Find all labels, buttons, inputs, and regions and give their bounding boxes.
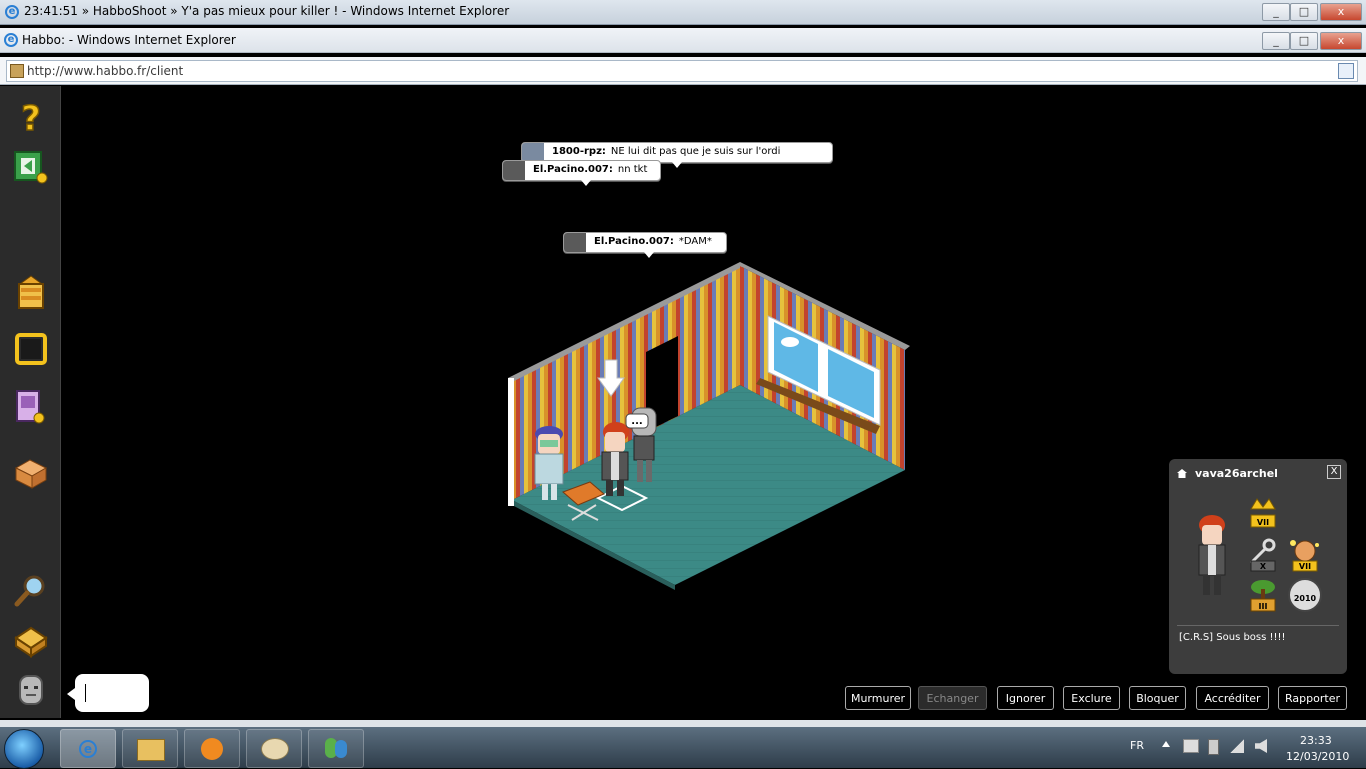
start-button[interactable]: [4, 729, 44, 769]
minimize-icon[interactable]: _: [1262, 32, 1290, 50]
user-info-header: vava26archel: [1177, 467, 1278, 480]
minimize-icon[interactable]: _: [1262, 3, 1290, 21]
chat-message: nn tkt: [617, 164, 648, 175]
volume-icon[interactable]: [1255, 739, 1267, 753]
habbo-club-icon[interactable]: [12, 388, 50, 426]
clock-date[interactable]: 12/03/2010: [1286, 750, 1349, 763]
user-info-panel: vava26archel X VII X VII III 2010 [C.R.S…: [1169, 459, 1347, 674]
text-caret: [85, 684, 86, 702]
svg-text:X: X: [1260, 562, 1267, 571]
clock-time[interactable]: 23:33: [1300, 734, 1332, 747]
crown-badge-icon: VII: [1250, 498, 1276, 528]
give-rights-button[interactable]: Accréditer: [1196, 686, 1269, 710]
bear-badge-icon: VII: [1290, 540, 1319, 572]
block-button[interactable]: Bloquer: [1129, 686, 1186, 710]
taskbar-messenger-icon[interactable]: [308, 729, 364, 768]
bonsai-badge-icon: III: [1250, 580, 1276, 612]
trade-button[interactable]: Echanger: [918, 686, 987, 710]
search-icon[interactable]: [12, 572, 50, 610]
help-icon[interactable]: ?: [12, 98, 50, 136]
chat-message: *DAM*: [678, 236, 712, 247]
show-hidden-icons-icon[interactable]: [1162, 741, 1170, 747]
language-indicator[interactable]: FR: [1130, 739, 1144, 752]
outer-window-titlebar: e 23:41:51 » HabboShoot » Y'a pas mieux …: [0, 0, 1366, 25]
username: vava26archel: [1195, 467, 1278, 480]
avatar-head-icon: [503, 161, 525, 180]
habbo-2010-badge-icon: 2010: [1288, 578, 1322, 612]
close-icon[interactable]: x: [1320, 3, 1362, 21]
favicon-icon: [10, 64, 24, 78]
navigator-frame-icon[interactable]: [12, 330, 50, 368]
chat-input[interactable]: [67, 674, 149, 712]
panel-divider: [1177, 625, 1339, 626]
address-url: http://www.habbo.fr/client: [27, 64, 184, 78]
chat-username: El.Pacino.007:: [533, 164, 613, 175]
user-motto: [C.R.S] Sous boss !!!!: [1179, 632, 1286, 643]
avatar-head-icon: [564, 233, 586, 252]
exit-room-icon[interactable]: [12, 148, 50, 186]
svg-text:?: ?: [21, 99, 41, 136]
ie-icon: e: [4, 33, 18, 47]
chat-username: El.Pacino.007:: [594, 236, 674, 247]
chat-bubble: El.Pacino.007: nn tkt: [502, 160, 661, 186]
network-flag-icon[interactable]: [1183, 739, 1199, 753]
taskbar-paint-icon[interactable]: [246, 729, 302, 768]
chat-bubble: El.Pacino.007: *DAM*: [563, 232, 727, 258]
close-panel-button[interactable]: X: [1327, 465, 1341, 479]
address-bar: http://www.habbo.fr/client: [0, 57, 1366, 85]
outer-window-title: 23:41:51 » HabboShoot » Y'a pas mieux po…: [24, 4, 510, 18]
browser-title: Habbo: - Windows Internet Explorer: [22, 33, 236, 47]
report-button[interactable]: Rapporter: [1278, 686, 1347, 710]
room-scene[interactable]: ...: [500, 260, 920, 600]
room-icon[interactable]: [12, 622, 50, 660]
wifi-signal-icon[interactable]: [1230, 739, 1244, 753]
ignore-button[interactable]: Ignorer: [997, 686, 1054, 710]
user-avatar-icon[interactable]: [12, 672, 50, 710]
battery-icon[interactable]: [1208, 739, 1219, 755]
svg-text:2010: 2010: [1294, 594, 1317, 603]
chat-message: NE lui dit pas que je suis sur l'ordi: [610, 146, 781, 157]
taskbar-explorer-icon[interactable]: [122, 729, 178, 768]
maximize-icon[interactable]: □: [1290, 3, 1318, 21]
game-toolbar: ?: [0, 86, 61, 718]
windows-taskbar: e FR 23:33 12/03/2010: [0, 727, 1366, 769]
user-avatar: [1198, 515, 1226, 595]
svg-text:III: III: [1259, 602, 1268, 611]
svg-text:VII: VII: [1257, 518, 1269, 527]
compatibility-view-icon[interactable]: [1338, 63, 1354, 79]
inventory-box-icon[interactable]: [12, 454, 50, 492]
taskbar-ie-icon[interactable]: e: [60, 729, 116, 768]
kick-button[interactable]: Exclure: [1063, 686, 1120, 710]
browser-titlebar: e Habbo: - Windows Internet Explorer _ □…: [0, 28, 1366, 53]
typing-indicator: ...: [631, 416, 642, 427]
chat-username: 1800-rpz:: [552, 146, 606, 157]
whisper-button[interactable]: Murmurer: [845, 686, 911, 710]
taskbar-media-player-icon[interactable]: [184, 729, 240, 768]
catalog-shop-icon[interactable]: [12, 274, 50, 312]
home-icon[interactable]: [1177, 469, 1187, 478]
ie-icon: e: [5, 5, 19, 19]
maximize-icon[interactable]: □: [1290, 32, 1318, 50]
address-field[interactable]: http://www.habbo.fr/client: [6, 60, 1358, 82]
svg-text:VII: VII: [1299, 562, 1311, 571]
close-icon[interactable]: x: [1320, 32, 1362, 50]
key-badge-icon: X: [1249, 538, 1276, 572]
